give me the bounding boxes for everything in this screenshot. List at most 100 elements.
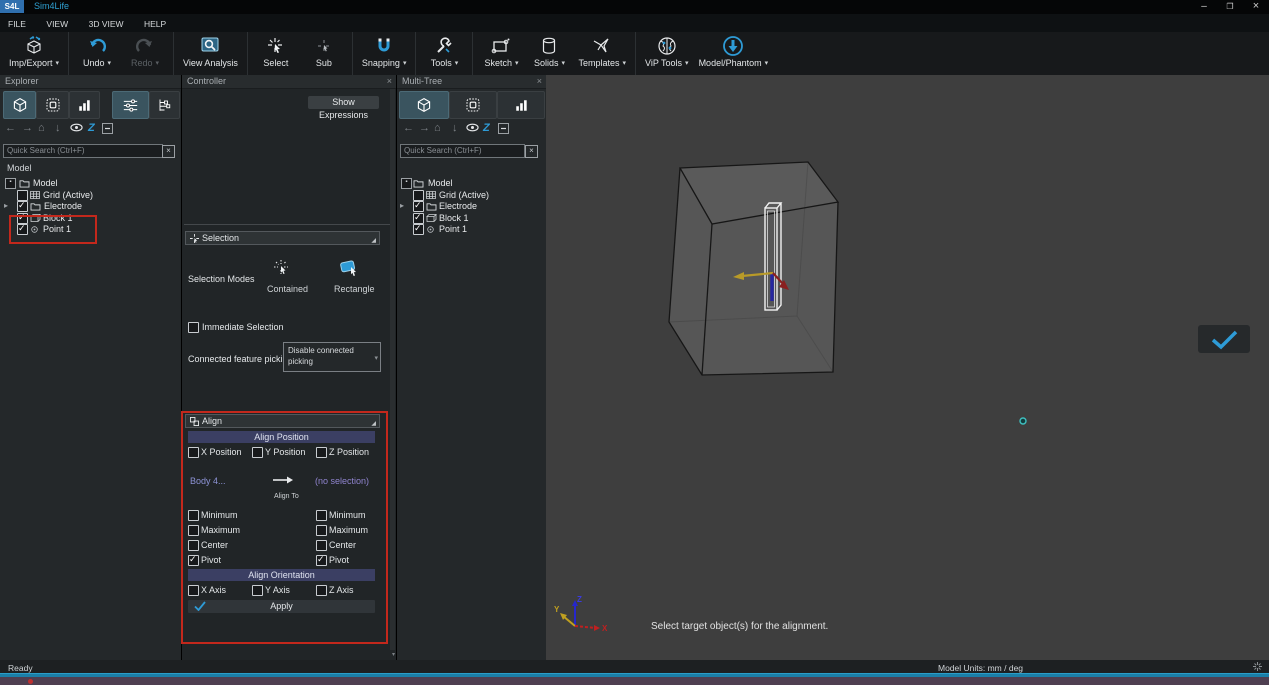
undo-button[interactable]: Undo▾ (73, 32, 121, 75)
explorer-tab-analysis[interactable] (69, 91, 100, 119)
selection-section-header[interactable]: Selection ◢ (185, 231, 380, 245)
home-icon[interactable]: ⌂ (38, 122, 45, 134)
vip-tools-button[interactable]: ViP Tools▾ (640, 32, 694, 75)
point-checkbox[interactable]: ✓ (413, 224, 424, 235)
source-maximum-checkbox[interactable]: ✓ (188, 525, 199, 536)
multitree-tab-analysis[interactable] (497, 91, 545, 119)
home-icon[interactable]: ⌂ (434, 122, 441, 134)
multitree-tab-model[interactable] (399, 91, 449, 119)
multitree-search-clear-icon[interactable]: × (525, 145, 538, 158)
dropdown-caret-icon[interactable]: ▾ (108, 59, 112, 67)
source-pivot-checkbox[interactable]: ✓ (188, 555, 199, 566)
tree-row-model[interactable]: ▪ Model (397, 178, 546, 189)
tree-row-block[interactable]: ✓ Block 1 (397, 213, 546, 224)
panel-close-icon[interactable]: × (387, 75, 392, 88)
sub-select-button[interactable]: Sub (300, 32, 348, 75)
dropdown-caret-icon[interactable]: ▾ (455, 59, 459, 67)
viewport-3d[interactable]: Z Y X Select target object(s) for the al… (546, 75, 1269, 660)
menu-3d-view[interactable]: 3D VIEW (81, 15, 132, 29)
z-order-icon[interactable]: Z (88, 122, 95, 134)
dropdown-caret-icon[interactable]: ▾ (561, 59, 565, 67)
dropdown-caret-icon[interactable]: ▾ (56, 59, 60, 67)
dropdown-caret-icon[interactable]: ▾ (765, 59, 769, 67)
immediate-selection-checkbox[interactable]: ✓ (188, 322, 199, 333)
grid-checkbox[interactable]: ✓ (413, 190, 424, 201)
tree-row-grid[interactable]: ✓ Grid (Active) (0, 190, 181, 201)
explorer-tab-properties[interactable] (112, 91, 149, 119)
multitree-tab-simulation[interactable] (449, 91, 497, 119)
collapse-all-icon[interactable] (498, 123, 509, 134)
imp-export-button[interactable]: Imp/Export▾ (4, 32, 64, 75)
collapse-icon[interactable]: ◢ (371, 235, 376, 247)
grid-checkbox[interactable]: ✓ (17, 190, 28, 201)
redo-button[interactable]: Redo▾ (121, 32, 169, 75)
block-checkbox[interactable]: ✓ (413, 213, 424, 224)
minimize-button[interactable]: – (1193, 0, 1215, 13)
target-center-checkbox[interactable]: ✓ (316, 540, 327, 551)
z-position-checkbox[interactable]: ✓ (316, 447, 327, 458)
tree-expander-icon[interactable]: ▪ (5, 178, 16, 189)
scroll-down-icon[interactable]: ▾ (392, 651, 395, 658)
tools-button[interactable]: Tools▾ (420, 32, 468, 75)
tree-row-electrode[interactable]: ▸ ✓ Electrode (0, 201, 181, 212)
target-minimum-checkbox[interactable]: ✓ (316, 510, 327, 521)
z-order-icon[interactable]: Z (483, 122, 490, 134)
tree-row-grid[interactable]: ✓ Grid (Active) (397, 190, 546, 201)
arrow-down-icon[interactable]: ↓ (55, 122, 61, 134)
target-maximum-checkbox[interactable]: ✓ (316, 525, 327, 536)
dropdown-caret-icon[interactable]: ▾ (515, 59, 519, 67)
nav-forward-icon[interactable]: → (419, 122, 430, 134)
collapse-icon[interactable]: ◢ (371, 418, 376, 430)
sketch-button[interactable]: Sketch▾ (477, 32, 525, 75)
explorer-tab-hierarchy[interactable] (149, 91, 180, 119)
electrode-checkbox[interactable]: ✓ (17, 201, 28, 212)
rectangle-mode-label[interactable]: Rectangle (334, 284, 375, 294)
eye-icon[interactable] (466, 123, 479, 132)
nav-back-icon[interactable]: ← (5, 122, 16, 134)
apply-button[interactable]: Apply (188, 600, 375, 613)
tree-row-point[interactable]: ✓ Point 1 (397, 224, 546, 235)
select-button[interactable]: Select (252, 32, 300, 75)
eye-icon[interactable] (70, 123, 83, 132)
nav-forward-icon[interactable]: → (22, 122, 33, 134)
model-phantom-button[interactable]: Model/Phantom▾ (694, 32, 774, 75)
close-button[interactable]: × (1245, 0, 1267, 13)
contained-mode-label[interactable]: Contained (267, 284, 308, 294)
confirm-button[interactable] (1198, 325, 1250, 353)
controller-scrollbar[interactable] (390, 89, 395, 650)
menu-file[interactable]: FILE (0, 15, 34, 29)
dropdown-caret-icon[interactable]: ▾ (685, 59, 689, 67)
explorer-search-input[interactable]: Quick Search (Ctrl+F) (3, 144, 163, 158)
show-expressions-button[interactable]: Show Expressions (308, 96, 379, 109)
explorer-tab-model[interactable] (3, 91, 36, 119)
expand-icon[interactable]: ▸ (400, 201, 404, 210)
solids-button[interactable]: Solids▾ (525, 32, 573, 75)
explorer-tab-simulation[interactable] (36, 91, 69, 119)
tree-row-electrode[interactable]: ▸ ✓ Electrode (397, 201, 546, 212)
dropdown-caret-icon[interactable]: ▾ (623, 59, 627, 67)
z-axis-checkbox[interactable]: ✓ (316, 585, 327, 596)
contained-mode-icon[interactable] (272, 258, 294, 278)
dropdown-caret-icon[interactable]: ▾ (156, 59, 160, 67)
snapping-button[interactable]: Snapping▾ (357, 32, 412, 75)
panel-close-icon[interactable]: × (537, 75, 542, 88)
y-axis-checkbox[interactable]: ✓ (252, 585, 263, 596)
arrow-down-icon[interactable]: ↓ (452, 122, 458, 134)
view-analysis-button[interactable]: View Analysis (178, 32, 243, 75)
rectangle-mode-icon[interactable] (338, 258, 362, 278)
menu-help[interactable]: HELP (136, 15, 174, 29)
tree-expander-icon[interactable]: ▪ (401, 178, 412, 189)
multitree-search-input[interactable]: Quick Search (Ctrl+F) (400, 144, 525, 158)
menu-view[interactable]: VIEW (38, 15, 76, 29)
explorer-search-clear-icon[interactable]: × (162, 145, 175, 158)
y-position-checkbox[interactable]: ✓ (252, 447, 263, 458)
x-axis-checkbox[interactable]: ✓ (188, 585, 199, 596)
target-pivot-checkbox[interactable]: ✓ (316, 555, 327, 566)
nav-back-icon[interactable]: ← (403, 122, 414, 134)
source-center-checkbox[interactable]: ✓ (188, 540, 199, 551)
expand-icon[interactable]: ▸ (4, 201, 8, 210)
source-minimum-checkbox[interactable]: ✓ (188, 510, 199, 521)
x-position-checkbox[interactable]: ✓ (188, 447, 199, 458)
collapse-all-icon[interactable] (102, 123, 113, 134)
electrode-checkbox[interactable]: ✓ (413, 201, 424, 212)
